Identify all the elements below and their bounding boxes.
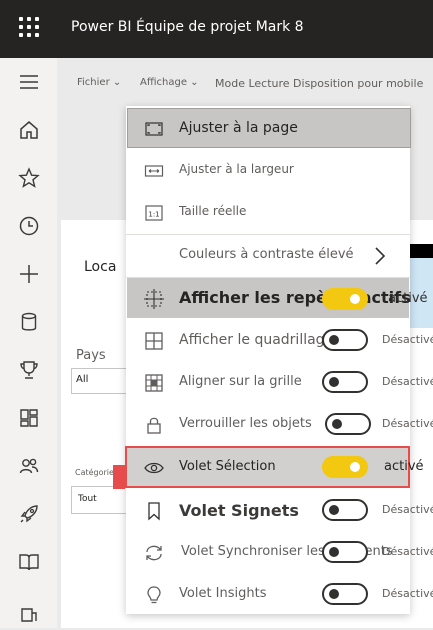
show-guides-toggle[interactable]: [322, 288, 368, 310]
home-icon[interactable]: [15, 116, 43, 144]
toggle-knob: [332, 419, 342, 429]
sync-icon: [144, 543, 164, 563]
menu-fit-page[interactable]: Ajuster à la page: [126, 108, 410, 150]
star-icon[interactable]: [15, 164, 43, 192]
workspace-icon[interactable]: [15, 602, 43, 630]
lock-icon: [144, 415, 164, 435]
workspace-title: Power BI Équipe de projet Mark 8: [71, 19, 304, 35]
chevron-right-icon: [372, 245, 388, 267]
toggle-knob: [329, 505, 339, 515]
sync-slicers-toggle[interactable]: [322, 541, 368, 563]
insights-pane-toggle[interactable]: [322, 583, 368, 605]
menu-high-contrast[interactable]: Couleurs à contraste élevé: [126, 235, 410, 277]
eye-icon: [144, 458, 164, 478]
actual-size-icon: 1:1: [144, 203, 164, 223]
app-launcher-icon[interactable]: [19, 17, 39, 37]
file-menu[interactable]: Fichier ⌄: [77, 77, 121, 88]
menu-fit-width[interactable]: Ajuster à la largeur: [126, 150, 410, 192]
selection-pane-toggle[interactable]: [322, 456, 368, 478]
lightbulb-icon: [144, 585, 164, 605]
clock-icon[interactable]: [15, 212, 43, 240]
snap-grid-icon: [144, 373, 164, 393]
guides-icon: [144, 289, 164, 309]
report-title: Loca: [84, 259, 117, 275]
fit-width-icon: [144, 161, 164, 181]
slicer-category-value: Tout: [78, 494, 97, 504]
slicer-country-label: Pays: [76, 348, 106, 363]
svg-text:1:1: 1:1: [148, 211, 159, 219]
snap-grid-toggle[interactable]: [322, 371, 368, 393]
slicer-country-value: All: [76, 374, 89, 385]
toggle-knob: [350, 462, 360, 472]
people-icon[interactable]: [15, 452, 43, 480]
chevron-down-icon: ⌄: [109, 77, 122, 88]
rocket-icon[interactable]: [15, 500, 43, 528]
menu-actual-size[interactable]: 1:1 Taille réelle: [126, 192, 410, 234]
toggle-knob: [329, 547, 339, 557]
show-gridlines-toggle[interactable]: [322, 329, 368, 351]
toggle-knob: [329, 589, 339, 599]
highlight-marker: [113, 465, 125, 489]
nav-rail: [0, 58, 57, 628]
trophy-icon[interactable]: [15, 356, 43, 384]
plus-icon[interactable]: [15, 260, 43, 288]
bookmarks-pane-toggle[interactable]: [322, 499, 368, 521]
toggle-knob: [329, 335, 339, 345]
database-icon[interactable]: [15, 308, 43, 336]
gridlines-icon: [144, 331, 164, 351]
chevron-down-icon: ⌄: [186, 77, 199, 88]
fit-page-icon: [144, 119, 164, 139]
hamburger-icon[interactable]: [15, 68, 43, 96]
toolbar-more-items[interactable]: Mode Lecture Disposition pour mobile: [215, 77, 423, 90]
book-icon[interactable]: [15, 548, 43, 576]
bookmark-icon: [144, 501, 164, 521]
lock-objects-toggle[interactable]: [325, 413, 371, 435]
view-menu[interactable]: Affichage ⌄: [140, 77, 199, 88]
toggle-knob: [329, 377, 339, 387]
dashboard-icon[interactable]: [15, 404, 43, 432]
toggle-knob: [350, 294, 360, 304]
